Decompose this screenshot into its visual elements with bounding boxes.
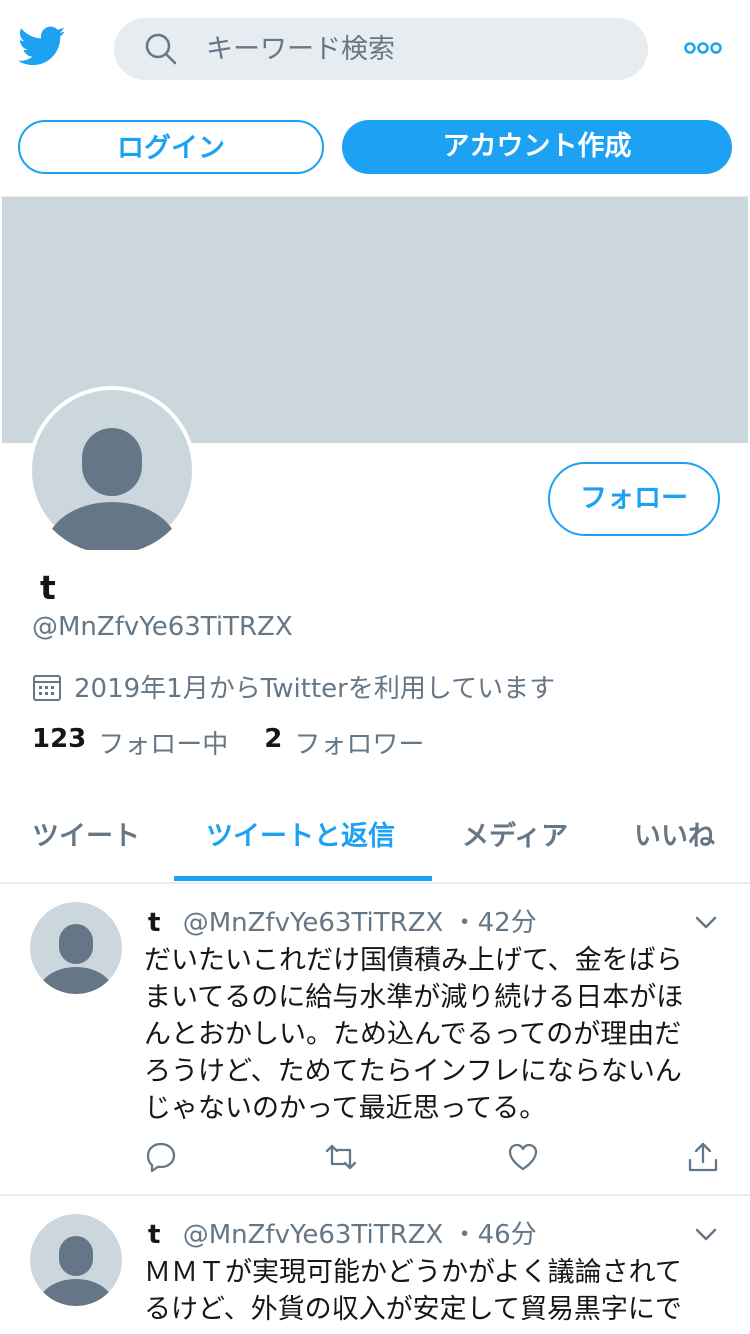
reply-icon[interactable] xyxy=(144,1140,178,1174)
tweet-time[interactable]: ・46分 xyxy=(452,1220,537,1250)
profile-handle: @MnZfvYe63TiTRZX xyxy=(32,612,293,642)
follow-button[interactable]: フォロー xyxy=(548,462,720,536)
signup-button[interactable]: アカウント作成 xyxy=(342,120,732,174)
tweet-time[interactable]: ・42分 xyxy=(452,908,537,938)
tweet-item[interactable]: t @MnZfvYe63TiTRZX ・46分 ＭＭＴが実現可能かどうかがよく議… xyxy=(0,1196,750,1334)
following-count: 123 xyxy=(32,724,87,754)
following-stat[interactable]: 123 フォロー中 xyxy=(32,724,228,761)
tab-tweets-replies[interactable]: ツイートと返信 xyxy=(206,814,395,853)
profile-name: t xyxy=(40,568,56,607)
tweet-text-line: るけど、外貨の収入が安定して貿易黒字にで xyxy=(144,1294,682,1325)
tweet-text-line: じゃないのかって最近思ってる。 xyxy=(144,1093,547,1124)
join-date: 2019年1月からTwitterを利用しています xyxy=(32,668,555,705)
tab-likes[interactable]: いいね xyxy=(634,814,715,853)
retweet-icon[interactable] xyxy=(324,1140,358,1174)
tweet-text-line: んとおかしい。ため込んでるってのが理由だ xyxy=(144,1019,682,1050)
tweet-avatar[interactable] xyxy=(30,902,122,994)
tweet-header: t @MnZfvYe63TiTRZX ・42分 xyxy=(148,902,537,939)
tweet-text-line: ろうけど、ためてたらインフレにならないん xyxy=(144,1056,682,1087)
tab-tweets[interactable]: ツイート xyxy=(32,814,140,853)
tweet-header: t @MnZfvYe63TiTRZX ・46分 xyxy=(148,1214,537,1251)
search-bar[interactable] xyxy=(114,18,648,80)
tweet-author-handle[interactable]: @MnZfvYe63TiTRZX xyxy=(183,908,444,938)
calendar-icon xyxy=(32,672,62,702)
chevron-down-icon[interactable] xyxy=(694,914,718,930)
followers-count: 2 xyxy=(264,724,283,754)
join-date-text: 2019年1月からTwitterを利用しています xyxy=(74,674,556,704)
tweet-author-handle[interactable]: @MnZfvYe63TiTRZX xyxy=(183,1220,444,1250)
profile-tabs: ツイート ツイートと返信 メディア いいね xyxy=(0,790,750,882)
tweet-author-name[interactable]: t xyxy=(148,908,160,938)
active-tab-indicator xyxy=(174,876,432,881)
profile-avatar[interactable] xyxy=(28,386,196,554)
twitter-bird-icon[interactable] xyxy=(18,26,66,70)
tab-media[interactable]: メディア xyxy=(462,814,568,853)
tweet-item[interactable]: t @MnZfvYe63TiTRZX ・42分 だいたいこれだけ国債積み上げて、… xyxy=(0,884,750,1194)
tweet-author-name[interactable]: t xyxy=(148,1220,160,1250)
tweet-text: ＭＭＴが実現可能かどうかがよく議論されて るけど、外貨の収入が安定して貿易黒字に… xyxy=(144,1254,714,1328)
following-label: フォロー中 xyxy=(98,730,229,760)
tweet-text-line: まいてるのに給与水準が減り続ける日本がほ xyxy=(144,982,684,1013)
tweet-text: だいたいこれだけ国債積み上げて、金をばら まいてるのに給与水準が減り続ける日本が… xyxy=(144,942,714,1127)
share-icon[interactable] xyxy=(686,1140,720,1174)
more-dots-icon[interactable] xyxy=(684,40,722,56)
search-icon xyxy=(144,32,178,66)
followers-stat[interactable]: 2 フォロワー xyxy=(264,724,424,761)
search-input[interactable] xyxy=(206,28,626,70)
followers-label: フォロワー xyxy=(294,730,425,760)
tweet-text-line: だいたいこれだけ国債積み上げて、金をばら xyxy=(144,945,683,976)
login-button[interactable]: ログイン xyxy=(18,120,324,174)
like-icon[interactable] xyxy=(506,1140,540,1174)
chevron-down-icon[interactable] xyxy=(694,1226,718,1242)
tweet-text-line: ＭＭＴが実現可能かどうかがよく議論されて xyxy=(144,1257,682,1288)
profile-stats: 123 フォロー中 2 フォロワー xyxy=(32,724,460,761)
tweet-avatar[interactable] xyxy=(30,1214,122,1306)
top-header xyxy=(0,0,750,100)
tweet-actions xyxy=(144,1140,724,1176)
